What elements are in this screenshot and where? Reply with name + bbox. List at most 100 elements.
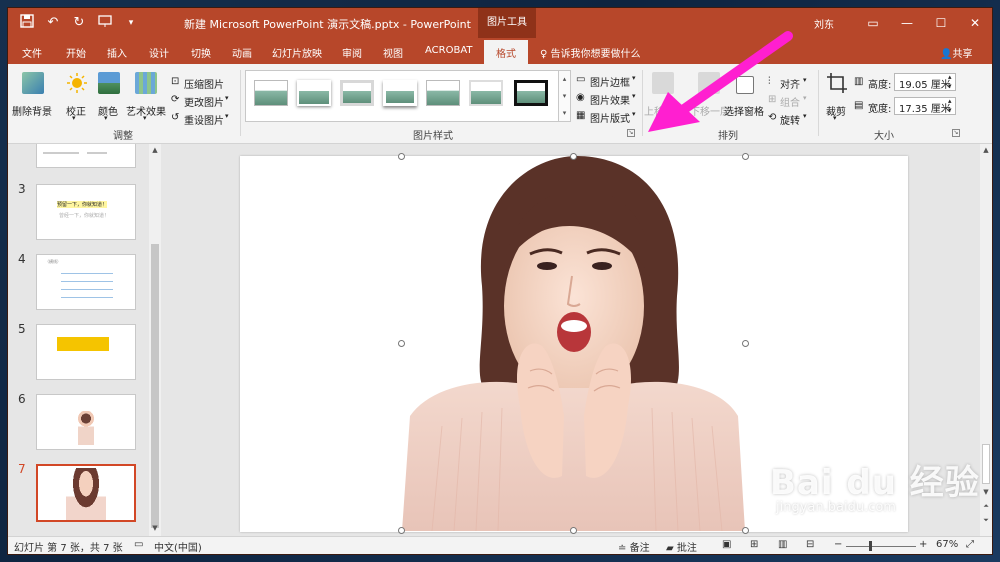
picture-style-thumb[interactable] — [340, 80, 374, 106]
picture-effects-icon: ◉ — [576, 92, 585, 103]
picture-style-thumb[interactable] — [254, 80, 288, 106]
tab-home[interactable]: 开始 — [66, 45, 86, 60]
ribbon-display-options-icon[interactable]: ▭ — [856, 8, 890, 38]
thumb-person — [66, 468, 106, 520]
resize-handle-top-left[interactable] — [398, 153, 405, 160]
tab-slideshow[interactable]: 幻灯片放映 — [272, 45, 322, 60]
resize-handle-bottom-left[interactable] — [398, 527, 405, 534]
language-status[interactable]: 中文(中国) — [154, 539, 202, 554]
comments-button[interactable]: ▰ 批注 — [666, 539, 697, 554]
reading-view-icon[interactable]: ▥ — [778, 539, 787, 550]
gallery-scroll[interactable]: ▴ ▾ ▾ — [559, 70, 571, 122]
scroll-thumb[interactable] — [151, 244, 159, 528]
next-slide-icon[interactable]: ⏷ — [981, 516, 991, 525]
tab-transitions[interactable]: 切换 — [191, 45, 211, 60]
scroll-up-icon[interactable]: ▲ — [150, 146, 160, 156]
scroll-up-icon[interactable]: ▲ — [981, 146, 991, 154]
picture-style-thumb[interactable] — [426, 80, 460, 106]
zoom-slider-thumb[interactable] — [869, 541, 872, 551]
save-icon[interactable] — [18, 14, 36, 32]
redo-icon[interactable]: ↻ — [70, 14, 88, 32]
scroll-thumb[interactable] — [982, 444, 990, 484]
chevron-down-icon[interactable]: ▾ — [122, 14, 140, 32]
zoom-out-icon[interactable]: − — [834, 539, 842, 550]
slide-thumbnail-4[interactable]: （横线） — [36, 254, 136, 310]
tab-design[interactable]: 设计 — [149, 45, 169, 60]
slide-thumbnail-7-selected[interactable] — [36, 464, 136, 522]
slide-thumbnail-2[interactable] — [36, 144, 136, 168]
thumb-yellow-bar — [57, 337, 109, 351]
height-spinner[interactable]: ▴ ▾ — [948, 73, 952, 91]
undo-icon[interactable]: ↶ — [44, 14, 62, 32]
width-spinner[interactable]: ▴ ▾ — [948, 97, 952, 115]
share-button[interactable]: 👤共享 — [940, 45, 972, 60]
slide-sorter-icon[interactable]: ⊞ — [750, 539, 758, 550]
slide-thumbnail-3[interactable]: 预留一下，你就知道！ 曾经一下，你就知道！ — [36, 184, 136, 240]
chevron-down-icon: ▾ — [632, 110, 636, 118]
maximize-button[interactable]: ☐ — [924, 8, 958, 38]
group-separator — [818, 70, 819, 136]
tab-insert[interactable]: 插入 — [107, 45, 127, 60]
fit-to-window-icon[interactable]: ⤢ — [966, 539, 974, 550]
zoom-slider[interactable] — [846, 546, 916, 547]
scroll-down-icon[interactable]: ▼ — [150, 524, 160, 534]
tab-view[interactable]: 视图 — [383, 45, 403, 60]
lightbulb-icon: ♀ — [540, 49, 548, 60]
artistic-effects-icon — [135, 72, 157, 94]
picture-style-thumb[interactable] — [383, 80, 417, 106]
height-input[interactable]: 19.05 厘米 — [894, 73, 956, 91]
picture-style-thumb[interactable] — [469, 80, 503, 106]
tab-format[interactable]: 格式 — [484, 40, 528, 64]
sun-icon — [66, 72, 88, 97]
previous-slide-icon[interactable]: ⏶ — [981, 502, 991, 511]
tab-review[interactable]: 审阅 — [342, 45, 362, 60]
remove-background-icon — [22, 72, 44, 94]
resize-handle-top-right[interactable] — [742, 153, 749, 160]
picture-styles-gallery[interactable] — [245, 70, 559, 122]
minimize-button[interactable]: — — [890, 8, 924, 38]
chevron-down-icon: ▾ — [803, 94, 807, 102]
thumb-text: （横线） — [45, 259, 61, 264]
resize-handle-top[interactable] — [570, 153, 577, 160]
status-bar: 幻灯片 第 7 张，共 7 张 ▭ 中文(中国) ≐ 备注 ▰ 批注 ▣ ⊞ ▥… — [8, 536, 992, 554]
chevron-down-icon: ▾ — [104, 114, 108, 122]
zoom-in-icon[interactable]: + — [919, 539, 927, 550]
thumbnail-scrollbar[interactable]: ▲ ▼ — [149, 144, 161, 536]
tell-me-search[interactable]: ♀ 告诉我你想要做什么 — [540, 45, 641, 60]
picture-style-thumb[interactable] — [514, 80, 548, 106]
resize-handle-right[interactable] — [742, 340, 749, 347]
resize-handle-bottom-right[interactable] — [742, 527, 749, 534]
picture-styles-launcher-icon[interactable]: ↘ — [627, 129, 635, 137]
thumb-lines — [61, 273, 113, 274]
resize-handle-left[interactable] — [398, 340, 405, 347]
slide-scrollbar[interactable]: ▲ ▼ ⏶ ⏷ — [980, 144, 992, 536]
tab-acrobat[interactable]: ACROBAT — [425, 45, 473, 56]
width-input[interactable]: 17.35 厘米 — [894, 97, 956, 115]
user-name[interactable]: 刘东 — [814, 16, 834, 31]
proofing-icon[interactable]: ▭ — [134, 539, 143, 550]
adjust-group-label: 调整 — [113, 131, 133, 142]
slide-thumbnail-5[interactable] — [36, 324, 136, 380]
slide-number: 5 — [18, 322, 26, 336]
chevron-down-icon: ▾ — [225, 94, 229, 102]
tab-animations[interactable]: 动画 — [232, 45, 252, 60]
thumb-person — [78, 411, 94, 445]
slideshow-icon[interactable]: ⊟ — [806, 539, 814, 550]
reset-picture-icon: ↺ — [171, 112, 180, 123]
notes-button[interactable]: ≐ 备注 — [618, 539, 650, 554]
tab-file[interactable]: 文件 — [22, 45, 42, 60]
zoom-level[interactable]: 67% — [936, 539, 958, 550]
resize-handle-bottom[interactable] — [570, 527, 577, 534]
close-button[interactable]: ✕ — [958, 8, 992, 38]
slide-thumbnail-6[interactable] — [36, 394, 136, 450]
notes-icon: ≐ — [618, 543, 627, 554]
normal-view-icon[interactable]: ▣ — [722, 539, 731, 550]
chevron-down-icon: ▾ — [803, 112, 807, 120]
scroll-down-icon[interactable]: ▼ — [981, 488, 991, 496]
ribbon: 删除背景 校正 ▾ 颜色 ▾ 艺术效果 ▾ ⊡ 压缩图片 ⟳ 更改图片 ▾ ↺ … — [8, 64, 992, 144]
picture-style-thumb[interactable] — [297, 80, 331, 106]
picture-tools-context-tab: 图片工具 — [478, 8, 536, 38]
present-icon[interactable] — [96, 14, 114, 32]
selected-picture[interactable] — [402, 156, 745, 531]
size-launcher-icon[interactable]: ↘ — [952, 129, 960, 137]
